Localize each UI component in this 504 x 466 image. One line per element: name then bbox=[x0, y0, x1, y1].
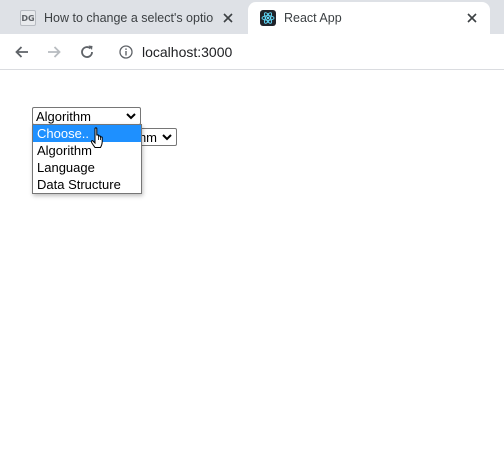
tab-title: React App bbox=[284, 11, 342, 25]
chevron-down-icon bbox=[160, 130, 174, 144]
arrow-right-icon bbox=[48, 46, 61, 58]
gfg-favicon-icon: DG bbox=[20, 10, 36, 26]
chevron-down-icon bbox=[124, 109, 138, 123]
tab-title: How to change a select's options bbox=[44, 11, 214, 25]
browser-toolbar: localhost:3000 bbox=[0, 34, 504, 70]
reload-icon bbox=[81, 45, 93, 58]
arrow-left-icon bbox=[15, 46, 28, 58]
info-icon[interactable] bbox=[118, 44, 134, 60]
url-text: localhost:3000 bbox=[142, 44, 233, 60]
dropdown-option[interactable]: Language bbox=[33, 159, 141, 176]
select-dropdown-list: Choose.. Algorithm Language Data Structu… bbox=[32, 124, 142, 194]
page-content: Algorithm ithm Choose.. Algorithm Langua… bbox=[0, 71, 504, 466]
back-button[interactable] bbox=[10, 40, 34, 64]
tab-gfg[interactable]: DG How to change a select's options bbox=[8, 2, 246, 34]
close-icon[interactable] bbox=[464, 10, 480, 26]
forward-button[interactable] bbox=[42, 40, 66, 64]
close-icon[interactable] bbox=[220, 10, 236, 26]
address-bar[interactable]: localhost:3000 bbox=[108, 38, 504, 66]
dropdown-option[interactable]: Algorithm bbox=[33, 142, 141, 159]
tab-strip: DG How to change a select's options Reac… bbox=[0, 0, 504, 34]
reload-button[interactable] bbox=[75, 40, 99, 64]
tab-react-app[interactable]: React App bbox=[248, 2, 490, 34]
dropdown-option[interactable]: Choose.. bbox=[33, 125, 141, 142]
hand-pointer-icon bbox=[90, 127, 103, 148]
category-select[interactable]: Algorithm bbox=[32, 107, 141, 125]
dropdown-option[interactable]: Data Structure bbox=[33, 176, 141, 193]
select-value: Algorithm bbox=[36, 108, 91, 124]
react-icon bbox=[260, 10, 276, 26]
